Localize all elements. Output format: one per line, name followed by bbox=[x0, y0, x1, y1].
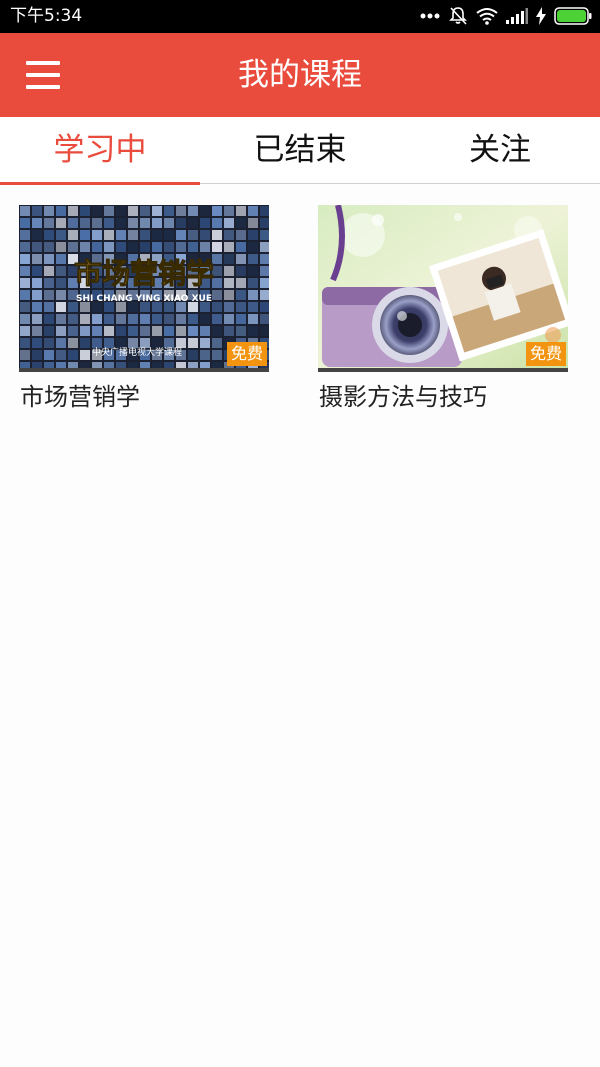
free-badge: 免费 bbox=[226, 342, 267, 366]
hamburger-menu-icon[interactable] bbox=[22, 55, 64, 95]
signal-icon bbox=[506, 8, 528, 24]
status-time: 下午5:34 bbox=[10, 6, 83, 26]
tab-finished[interactable]: 已结束 bbox=[200, 117, 400, 183]
course-thumbnail[interactable]: 免费 bbox=[318, 205, 568, 372]
more-dots-icon bbox=[420, 13, 440, 19]
charging-icon bbox=[536, 7, 546, 25]
course-card[interactable]: 市场营销学 SHI CHANG YING XIAO XUE 中央广播电视大学课程… bbox=[19, 205, 271, 414]
tab-studying[interactable]: 学习中 bbox=[0, 117, 200, 185]
course-thumbnail[interactable]: 市场营销学 SHI CHANG YING XIAO XUE 中央广播电视大学课程… bbox=[19, 205, 269, 372]
tab-bar: 学习中 已结束 关注 bbox=[0, 117, 600, 185]
battery-icon bbox=[554, 7, 592, 25]
thumbnail-headline: 市场营销学 bbox=[74, 257, 214, 290]
page-title: 我的课程 bbox=[238, 57, 362, 93]
free-badge: 免费 bbox=[525, 342, 566, 366]
status-icons bbox=[420, 6, 592, 26]
status-bar: 下午5:34 bbox=[0, 0, 600, 33]
thumbnail-pinyin: SHI CHANG YING XIAO XUE bbox=[76, 294, 212, 304]
thumbnail-caption: 中央广播电视大学课程 bbox=[92, 346, 182, 358]
tab-following[interactable]: 关注 bbox=[400, 117, 600, 183]
course-title[interactable]: 摄影方法与技巧 bbox=[318, 380, 570, 414]
course-title[interactable]: 市场营销学 bbox=[19, 380, 271, 414]
course-card[interactable]: 免费 摄影方法与技巧 bbox=[318, 205, 570, 414]
app-header: 我的课程 bbox=[0, 33, 600, 117]
bell-muted-icon bbox=[449, 7, 467, 25]
wifi-icon bbox=[476, 8, 498, 25]
